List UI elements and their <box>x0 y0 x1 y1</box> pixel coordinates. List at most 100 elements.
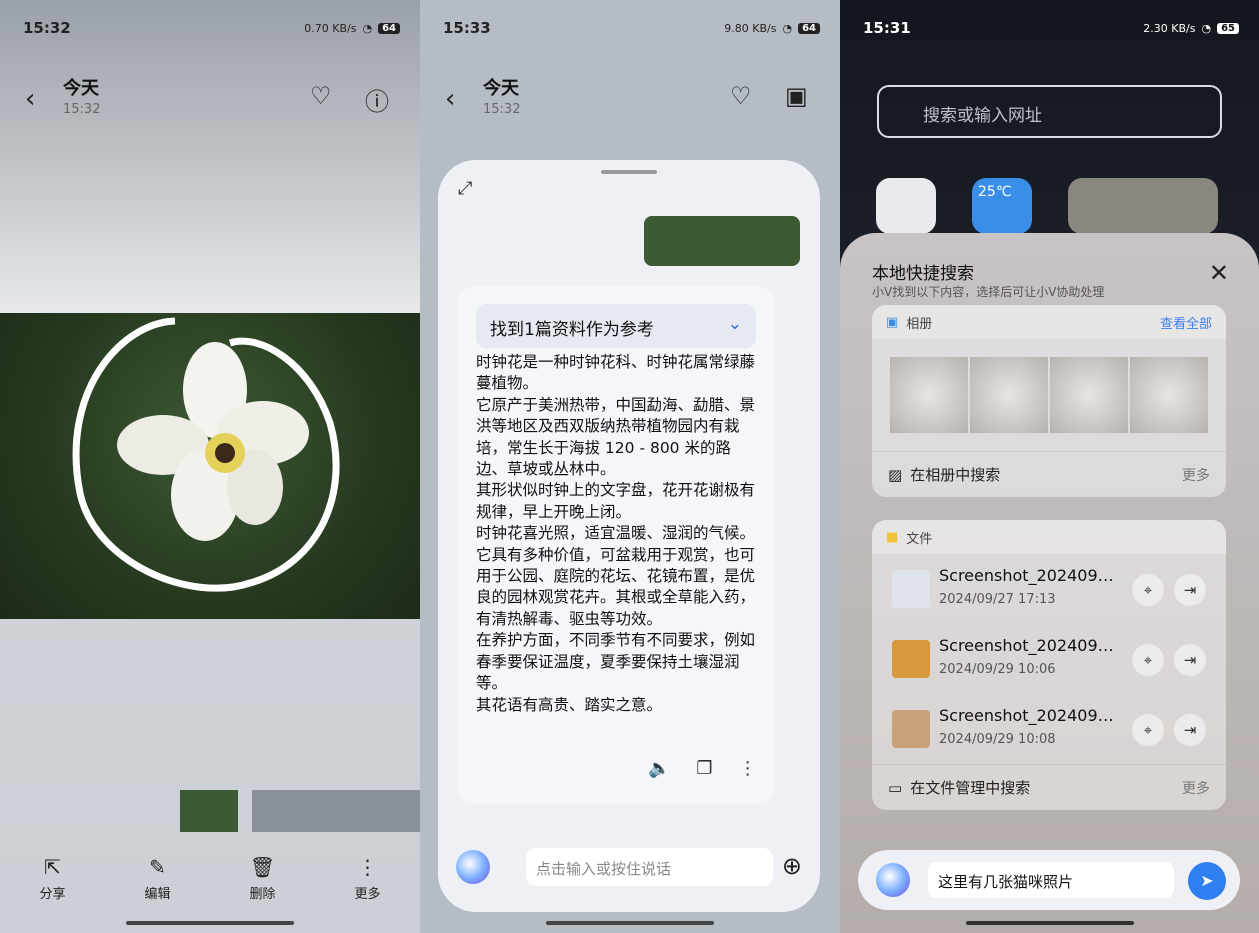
home-indicator[interactable] <box>126 921 294 925</box>
net-speed: 9.80 KB/s <box>724 21 777 35</box>
battery-level: 64 <box>378 22 400 34</box>
files-more[interactable]: 更多 <box>1182 778 1210 798</box>
heart-icon[interactable]: ♡ <box>310 82 332 110</box>
chat-bar: 这里有几张猫咪照片 ➤ <box>858 850 1240 910</box>
send-icon[interactable]: ➤ <box>1188 862 1226 900</box>
open-icon[interactable]: ⇥ <box>1174 714 1206 746</box>
delete-label: 删除 <box>249 887 276 902</box>
info-icon[interactable]: ⓘ <box>365 82 389 117</box>
image-icon: ▨ <box>888 465 903 484</box>
page-title: 今天 <box>483 78 519 99</box>
battery-level: 65 <box>1217 22 1239 34</box>
files-header: ■ 文件 <box>872 520 1226 554</box>
more-icon[interactable]: ⋮ <box>739 758 757 779</box>
app-folder[interactable] <box>1068 178 1218 234</box>
copy-icon[interactable]: ❐ <box>696 758 712 779</box>
chat-input[interactable]: 这里有几张猫咪照片 <box>928 862 1174 898</box>
heart-icon[interactable]: ♡ <box>730 82 752 110</box>
more-button[interactable]: ⋮ 更多 <box>338 855 398 902</box>
album-more[interactable]: 更多 <box>1182 465 1210 485</box>
weather-app-icon[interactable]: 25℃ <box>972 178 1032 234</box>
status-time: 15:32 <box>23 19 71 37</box>
cat-photo[interactable] <box>1050 357 1128 433</box>
page-subtitle: 15:32 <box>483 102 521 117</box>
home-indicator[interactable] <box>965 921 1134 925</box>
cat-photo[interactable] <box>1130 357 1208 433</box>
file-row[interactable]: Screenshot_202409… 2024/09/29 10:08 ⌖ ⇥ <box>872 694 1226 764</box>
assistant-orb-icon[interactable] <box>876 863 910 897</box>
file-row[interactable]: Screenshot_202409… 2024/09/27 17:13 ⌖ ⇥ <box>872 554 1226 624</box>
open-icon[interactable]: ⇥ <box>1174 644 1206 676</box>
album-search-row[interactable]: ▨ 在相册中搜索 更多 <box>872 451 1226 497</box>
clock-app-icon[interactable] <box>876 178 936 234</box>
answer-actions: 🔈 ❐ ⋮ <box>648 758 757 779</box>
reference-label: 找到1篇资料作为参考 <box>490 320 654 340</box>
save-icon[interactable]: ▣ <box>785 82 808 110</box>
view-all-link[interactable]: 查看全部 <box>1160 313 1212 332</box>
assistant-sheet: ⤢ 找到1篇资料作为参考 ⌄ 时钟花是一种时钟花科、时钟花属常绿藤蔓植物。 它原产… <box>438 160 820 912</box>
edit-label: 编辑 <box>144 887 171 902</box>
location-icon[interactable]: ⌖ <box>1132 644 1164 676</box>
page-title: 今天 <box>63 78 99 99</box>
assistant-panel: 15:33 9.80 KB/s ◔ 64 ‹ 今天 15:32 ♡ ▣ ⤢ 找到1篇… <box>420 0 840 933</box>
location-icon[interactable]: ⌖ <box>1132 714 1164 746</box>
file-row[interactable]: Screenshot_202409… 2024/09/29 10:06 ⌖ ⇥ <box>872 624 1226 694</box>
bottom-toolbar: ⇱ 分享 ✎ 编辑 🗑 删除 ⋮ 更多 <box>0 855 420 902</box>
edit-icon: ✎ <box>149 855 166 879</box>
net-speed: 2.30 KB/s <box>1143 21 1196 35</box>
wifi-icon: ◔ <box>1201 21 1212 35</box>
search-placeholder: 搜索或输入网址 <box>923 106 1042 126</box>
answer-card: 找到1篇资料作为参考 ⌄ 时钟花是一种时钟花科、时钟花属常绿藤蔓植物。 它原产于美… <box>458 286 774 804</box>
delete-button[interactable]: 🗑 删除 <box>233 855 293 902</box>
share-icon: ⇱ <box>44 855 61 879</box>
speaker-icon[interactable]: 🔈 <box>648 758 670 779</box>
status-time: 15:31 <box>863 19 911 37</box>
battery-level: 64 <box>798 22 820 34</box>
more-icon: ⋮ <box>357 855 378 879</box>
query-image[interactable] <box>644 216 800 266</box>
album-search-label: 在相册中搜索 <box>910 466 1001 484</box>
file-thumbnail <box>892 570 930 608</box>
edit-button[interactable]: ✎ 编辑 <box>128 855 188 902</box>
back-icon[interactable]: ‹ <box>445 84 455 114</box>
files-search-row[interactable]: ▭ 在文件管理中搜索 更多 <box>872 764 1226 810</box>
reference-dropdown[interactable]: 找到1篇资料作为参考 ⌄ <box>476 304 756 348</box>
album-label: 相册 <box>906 316 933 332</box>
add-icon[interactable]: ⊕ <box>782 852 802 880</box>
message-input[interactable]: 点击输入或按住说话 <box>526 848 773 886</box>
flower-photo[interactable] <box>0 313 420 619</box>
thumbnail[interactable] <box>252 790 420 832</box>
wifi-icon: ◔ <box>782 21 793 35</box>
thumbnail[interactable] <box>180 790 238 832</box>
input-bar: 点击输入或按住说话 ⊕ <box>456 844 802 890</box>
cat-photo[interactable] <box>970 357 1048 433</box>
browser-search-input[interactable]: 搜索或输入网址 <box>877 85 1222 138</box>
home-indicator[interactable] <box>546 921 714 925</box>
net-speed: 0.70 KB/s <box>304 21 357 35</box>
gallery-panel: 15:32 0.70 KB/s ◔ 64 ‹ 今天 15:32 ♡ ⓘ ⇱ 分享 ✎ 编 <box>0 0 420 933</box>
file-date: 2024/09/29 10:08 <box>939 732 1056 747</box>
album-header: ▣ 相册 查看全部 <box>872 305 1226 339</box>
sheet-handle[interactable] <box>601 170 657 174</box>
status-bar: 15:33 9.80 KB/s ◔ 64 <box>443 16 820 40</box>
expand-icon[interactable]: ⤢ <box>458 178 472 199</box>
page-subtitle: 15:32 <box>63 102 101 117</box>
share-button[interactable]: ⇱ 分享 <box>23 855 83 902</box>
location-icon[interactable]: ⌖ <box>1132 574 1164 606</box>
files-label: 文件 <box>906 531 933 547</box>
cat-photo[interactable] <box>890 357 968 433</box>
file-name: Screenshot_202409… <box>939 706 1114 725</box>
status-bar: 15:31 2.30 KB/s ◔ 65 <box>863 16 1239 40</box>
open-icon[interactable]: ⇥ <box>1174 574 1206 606</box>
thumbnail-strip <box>180 790 420 832</box>
photo-header: ‹ 今天 15:32 ♡ ▣ <box>440 74 820 124</box>
close-icon[interactable]: ✕ <box>1209 259 1229 287</box>
status-bar: 15:32 0.70 KB/s ◔ 64 <box>23 16 400 40</box>
file-name: Screenshot_202409… <box>939 636 1114 655</box>
back-icon[interactable]: ‹ <box>25 84 35 114</box>
sheet-title: 本地快捷搜索 <box>872 264 974 284</box>
assistant-orb-icon[interactable] <box>456 850 490 884</box>
file-thumbnail <box>892 640 930 678</box>
folder-icon: ■ <box>886 529 899 545</box>
chevron-down-icon: ⌄ <box>727 314 742 334</box>
